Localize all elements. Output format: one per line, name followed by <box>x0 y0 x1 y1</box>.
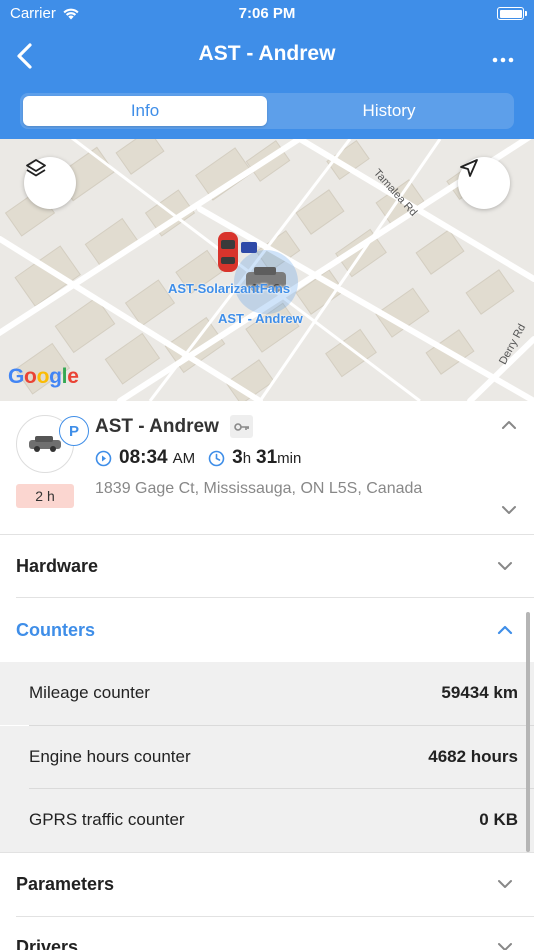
tab-history[interactable]: History <box>267 96 511 126</box>
status-bar: Carrier 7:06 PM <box>0 0 534 28</box>
nav-bar: AST - Andrew <box>0 28 534 84</box>
elapsed-hours-unit: h <box>242 449 252 467</box>
counter-label: Engine hours counter <box>29 747 191 766</box>
parking-status-badge: P <box>59 416 89 446</box>
chevron-up-icon <box>497 625 513 635</box>
counter-label: Mileage counter <box>29 683 150 702</box>
page-title: AST - Andrew <box>198 42 336 65</box>
section-title-hardware: Hardware <box>16 556 99 576</box>
counter-row-gprs: GPRS traffic counter 0 KB <box>0 789 534 852</box>
more-button[interactable] <box>492 44 514 70</box>
section-parameters[interactable]: Parameters <box>0 853 534 916</box>
section-title-drivers: Drivers <box>16 937 79 950</box>
counter-row-engine-hours: Engine hours counter 4682 hours <box>0 726 534 789</box>
car-icon <box>29 436 61 452</box>
elapsed-hours: 3 <box>232 447 243 468</box>
google-logo: Google <box>8 365 79 388</box>
counter-value: 0 KB <box>479 810 518 829</box>
map-view[interactable]: Tamalea Rd Derry Rd AST-SolarizantFans A… <box>0 139 534 401</box>
clock-icon <box>208 450 225 467</box>
counter-value: 4682 hours <box>428 747 518 766</box>
play-circle-icon <box>95 450 112 467</box>
section-hardware[interactable]: Hardware <box>0 535 534 598</box>
counter-label: GPRS traffic counter <box>29 810 185 829</box>
start-time-ampm: AM <box>172 449 196 467</box>
map-layers-button[interactable] <box>24 157 76 209</box>
status-time: 7:06 PM <box>238 5 296 22</box>
chevron-down-icon[interactable] <box>501 505 517 515</box>
navigation-arrow-icon <box>460 159 478 177</box>
chevron-down-icon <box>498 943 512 950</box>
tab-info[interactable]: Info <box>23 96 267 126</box>
chevron-down-icon <box>498 880 512 888</box>
my-location-button[interactable] <box>458 157 510 209</box>
elapsed-minutes: 31 <box>256 447 278 468</box>
segmented-control: Info History <box>20 93 514 129</box>
chevron-up-icon[interactable] <box>501 420 517 430</box>
section-drivers[interactable]: Drivers <box>0 917 534 950</box>
vehicle-address: 1839 Gage Ct, Mississauga, ON L5S, Canad… <box>95 480 423 497</box>
map-marker-label-andrew: AST - Andrew <box>218 311 303 326</box>
map-marker-label-fans: AST-SolarizantFans <box>168 281 291 296</box>
section-title-parameters: Parameters <box>16 874 115 894</box>
start-time: 08:34 <box>119 447 168 468</box>
vehicle-name: AST - Andrew <box>95 416 219 437</box>
vehicle-card[interactable]: P 2 h AST - Andrew 08:34 AM 3 h 31 min 1… <box>0 401 534 535</box>
app-header: Carrier 7:06 PM AST - Andrew Info Histor… <box>0 0 534 139</box>
section-title-counters: Counters <box>16 620 96 640</box>
layers-icon <box>26 159 46 177</box>
map-tiles <box>0 139 534 401</box>
duration-badge: 2 h <box>16 484 74 508</box>
time-row: 08:34 AM 3 h 31 min <box>95 447 301 469</box>
scrollbar[interactable] <box>526 612 530 852</box>
key-icon <box>230 415 253 438</box>
chevron-down-icon <box>498 562 512 570</box>
section-counters[interactable]: Counters <box>0 598 534 662</box>
elapsed-minutes-unit: min <box>277 449 302 467</box>
battery-icon <box>497 7 527 20</box>
ellipsis-icon <box>492 57 514 63</box>
counter-value: 59434 km <box>441 683 518 702</box>
counter-row-mileage: Mileage counter 59434 km <box>0 662 534 725</box>
